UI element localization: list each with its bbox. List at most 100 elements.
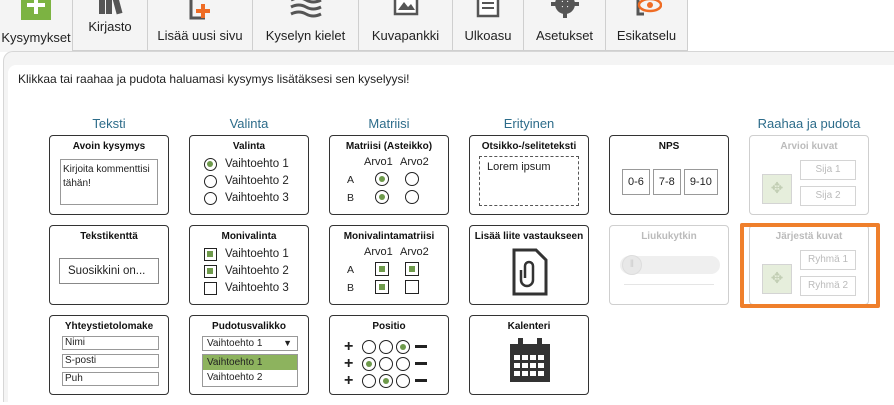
card-title: Positio: [372, 321, 406, 332]
plus-icon: [19, 0, 53, 27]
rank-slot: Sija 2: [800, 186, 856, 206]
position-card[interactable]: Positio + + +: [329, 315, 449, 395]
matrix-row-label: B: [347, 192, 355, 204]
radio-unchecked: [396, 374, 410, 388]
nps-range: 9-10: [683, 169, 718, 195]
layout-icon: [475, 0, 501, 25]
toolbar: Kysymykset Kirjasto Lisää uusi sivu Kyse…: [0, 0, 894, 52]
radio-checked: [204, 158, 217, 171]
checkbox-checked: [375, 262, 389, 276]
card-title: Arvioi kuvat: [780, 141, 838, 152]
toolbar-questions-button[interactable]: Kysymykset: [0, 0, 73, 52]
books-icon: [95, 0, 125, 21]
card-title: Lisää liite vastaukseen: [474, 231, 584, 242]
toolbar-image-bank-button[interactable]: Kuvapankki: [359, 0, 453, 51]
matrix-row-label: A: [347, 174, 355, 186]
slider-card[interactable]: Liukukytkin ‖: [609, 225, 729, 305]
card-title: Avoin kysymys: [72, 141, 146, 152]
toolbar-label: Kirjasto: [88, 19, 132, 34]
plus-icon: +: [344, 338, 354, 355]
move-icon: ✥: [762, 174, 792, 204]
rank-slot: Sija 1: [800, 160, 856, 180]
choice-card[interactable]: Valinta Vaihtoehto 1 Vaihtoehto 2 Vaihto…: [189, 135, 309, 215]
radio-unchecked: [362, 374, 376, 388]
matrix-row-label: B: [347, 282, 355, 294]
card-title: Monivalintamatriisi: [343, 231, 435, 242]
radio-checked: [375, 190, 389, 204]
matrix-col-label: Arvo2: [400, 246, 429, 258]
dropdown-option: Vaihtoehto 2: [207, 372, 263, 383]
toolbar-label: Kysymykset: [1, 30, 71, 45]
column-heading-drag-drop: Raahaa ja pudota: [757, 116, 861, 131]
matrix-row-label: A: [347, 264, 355, 276]
checkbox-unchecked: [204, 282, 217, 295]
nps-scale: 0-6 7-8 9-10: [622, 169, 721, 195]
toolbar-preview-button[interactable]: Esikatselu: [606, 0, 688, 51]
sample-dropdown-list: Vaihtoehto 1 Vaihtoehto 2: [202, 354, 298, 387]
column-heading-special: Erityinen: [503, 116, 555, 131]
text-field-card[interactable]: Tekstikenttä Suosikkini on...: [49, 225, 169, 305]
toolbar-library-button[interactable]: Kirjasto: [73, 0, 148, 51]
highlight-frame: [740, 223, 880, 308]
checkbox-checked: [204, 248, 217, 261]
multi-choice-card[interactable]: Monivalinta Vaihtoehto 1 Vaihtoehto 2 Va…: [189, 225, 309, 305]
waves-icon: [289, 0, 323, 25]
card-title: Monivalinta: [221, 231, 277, 242]
radio-checked: [375, 172, 389, 186]
open-question-card[interactable]: Avoin kysymys Kirjoita kommenttisi tähän…: [49, 135, 169, 215]
matrix-col-label: Arvo2: [400, 156, 429, 168]
toolbar-label: Asetukset: [535, 28, 594, 43]
add-page-icon: [185, 0, 215, 27]
contact-form-card[interactable]: Yhteystietolomake Nimi S-posti Puh: [49, 315, 169, 395]
matrix-scale-card[interactable]: Matriisi (Asteikko) Arvo1 Arvo2 A B: [329, 135, 449, 215]
toolbar-label: Esikatselu: [616, 28, 677, 43]
card-title: Matriisi (Asteikko): [345, 141, 433, 152]
multi-matrix-card[interactable]: Monivalintamatriisi Arvo1 Arvo2 A B: [329, 225, 449, 305]
plus-icon: +: [344, 355, 354, 372]
sample-dropdown: Vaihtoehto 1 ▼: [202, 336, 298, 351]
toolbar-label: Kuvapankki: [371, 28, 440, 43]
heading-text-card[interactable]: Otsikko-/seliteteksti Lorem ipsum: [469, 135, 589, 215]
radio-unchecked: [405, 190, 419, 204]
checkbox-checked: [375, 280, 389, 294]
minus-icon: [415, 345, 427, 348]
radio-unchecked: [396, 357, 410, 371]
checkbox-checked: [405, 262, 419, 276]
minus-icon: [415, 362, 427, 365]
drag-drop-hint: Klikkaa tai raahaa ja pudota haluamasi k…: [18, 72, 410, 86]
column-heading-text: Teksti: [92, 116, 126, 131]
toolbar-label: Lisää uusi sivu: [157, 28, 243, 43]
radio-unchecked: [379, 357, 393, 371]
sample-heading-text: Lorem ipsum: [479, 156, 579, 206]
toolbar-layout-button[interactable]: Ulkoasu: [453, 0, 524, 51]
card-title: Tekstikenttä: [80, 231, 138, 242]
matrix-col-label: Arvo1: [364, 156, 393, 168]
dropdown-arrow-icon: ▼: [283, 338, 292, 348]
plus-icon: +: [344, 372, 354, 389]
calendar-card[interactable]: Kalenteri: [469, 315, 589, 395]
nps-range: 0-6: [622, 169, 650, 195]
radio-unchecked: [204, 175, 217, 188]
card-title: Valinta: [232, 141, 266, 152]
minus-icon: [415, 379, 427, 382]
gear-icon: [548, 0, 582, 25]
card-title: Yhteystietolomake: [64, 321, 154, 332]
rate-images-card[interactable]: Arvioi kuvat ✥ Sija 1 Sija 2: [749, 135, 869, 215]
attachment-icon: [510, 248, 550, 301]
attachment-card[interactable]: Lisää liite vastaukseen: [469, 225, 589, 305]
calendar-icon: [508, 338, 552, 389]
card-title: Liukukytkin: [641, 231, 697, 242]
toolbar-label: Kyselyn kielet: [265, 28, 346, 43]
nps-card[interactable]: NPS 0-6 7-8 9-10: [609, 135, 729, 215]
toolbar-settings-button[interactable]: Asetukset: [524, 0, 606, 51]
toolbar-languages-button[interactable]: Kyselyn kielet: [253, 0, 359, 51]
checkbox-unchecked: [405, 280, 419, 294]
nps-range: 7-8: [652, 169, 681, 195]
toolbar-add-page-button[interactable]: Lisää uusi sivu: [148, 0, 253, 51]
radio-checked: [379, 374, 393, 388]
radio-unchecked: [379, 340, 393, 354]
column-heading-matrix: Matriisi: [368, 116, 410, 131]
slider-divider: [624, 284, 714, 285]
dropdown-card[interactable]: Pudotusvalikko Vaihtoehto 1 ▼ Vaihtoehto…: [189, 315, 309, 395]
card-title: Otsikko-/seliteteksti: [481, 141, 577, 152]
